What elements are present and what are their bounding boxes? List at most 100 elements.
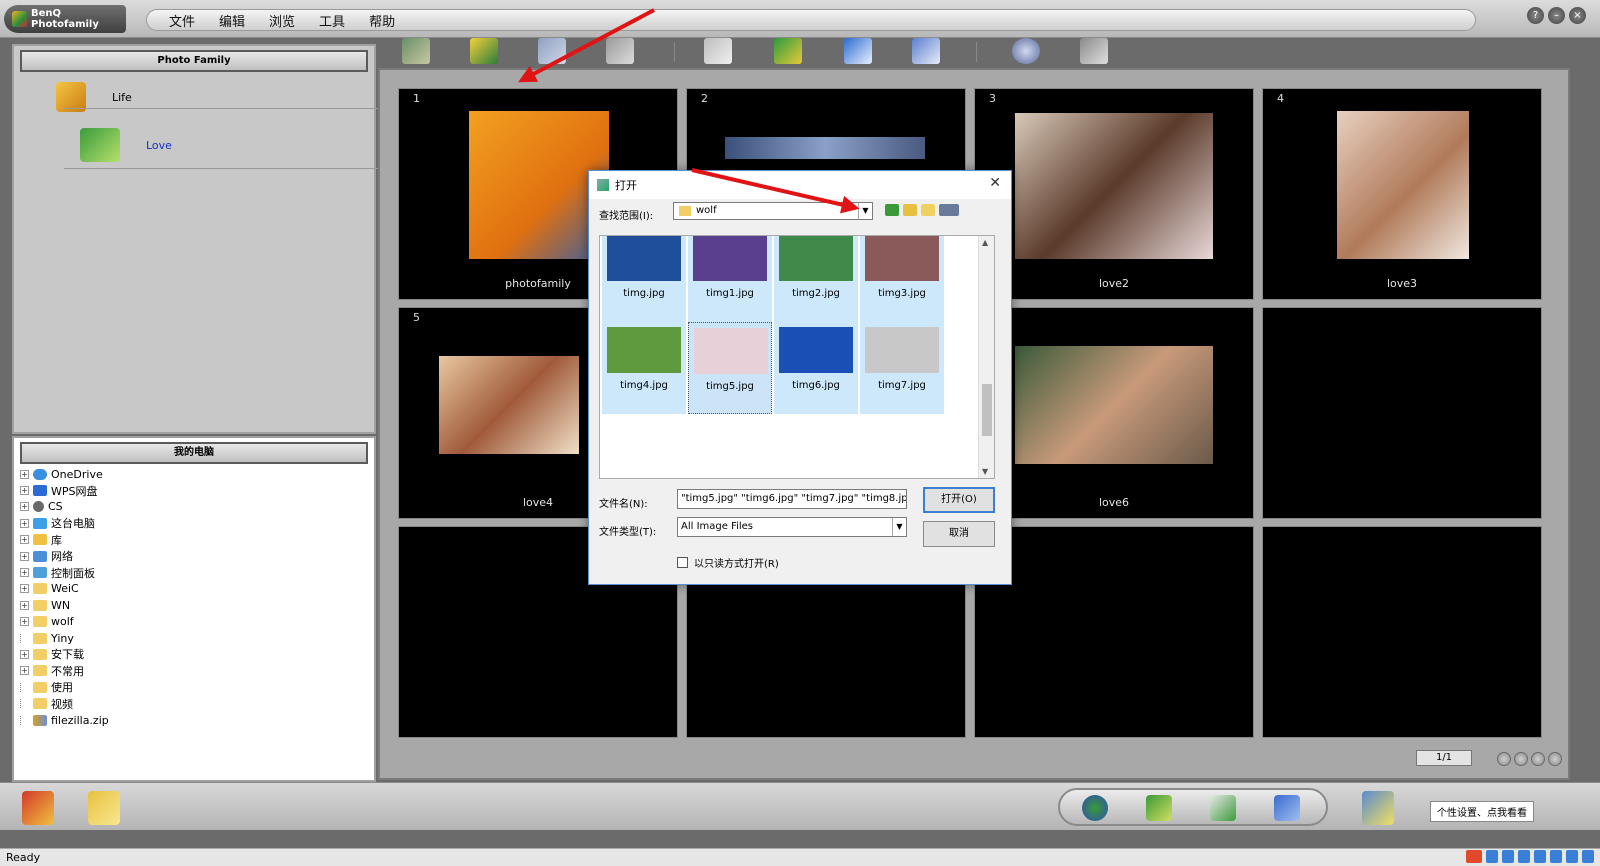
expand-icon[interactable]: + — [20, 649, 29, 659]
file-item[interactable]: timg6.jpg — [774, 322, 858, 414]
file-item[interactable]: timg2.jpg — [774, 236, 858, 322]
tree-item[interactable]: + wolf — [20, 614, 109, 630]
open-button[interactable]: 打开(O) — [923, 487, 995, 513]
expand-icon[interactable]: + — [20, 518, 29, 528]
scroll-down-icon[interactable]: ▼ — [982, 467, 988, 476]
tree-item[interactable]: + 这台电脑 — [20, 515, 109, 531]
file-item[interactable]: timg3.jpg — [860, 236, 944, 322]
dialog-close-icon[interactable]: ✕ — [989, 175, 1001, 191]
back-arrow-icon[interactable] — [885, 204, 899, 216]
photo-thumbnail[interactable] — [1337, 111, 1469, 259]
close-button[interactable]: × — [1569, 7, 1586, 24]
file-item[interactable]: timg.jpg — [602, 236, 686, 322]
expand-icon[interactable]: + — [20, 535, 29, 545]
open-folder-icon[interactable] — [470, 38, 498, 64]
file-item[interactable]: timg4.jpg — [602, 322, 686, 414]
file-item[interactable]: timg1.jpg — [688, 236, 772, 322]
file-item[interactable]: timg5.jpg — [688, 322, 772, 414]
expand-icon[interactable]: + — [20, 584, 29, 594]
print-icon[interactable] — [704, 38, 732, 64]
filename-field[interactable]: "timg5.jpg" "timg6.jpg" "timg7.jpg" "tim… — [677, 489, 907, 509]
scroll-up-icon[interactable]: ▲ — [982, 238, 988, 247]
fax-icon[interactable] — [1274, 795, 1300, 821]
checkbox-box[interactable] — [677, 557, 688, 568]
expand-icon[interactable]: + — [20, 486, 29, 496]
prev-page-button[interactable] — [1514, 752, 1528, 766]
filetype-select[interactable]: All Image Files ▼ — [677, 517, 907, 537]
up-folder-icon[interactable] — [903, 204, 917, 216]
readonly-checkbox[interactable]: 以只读方式打开(R) — [677, 555, 779, 570]
photo-thumbnail[interactable] — [725, 137, 925, 159]
settings-palette-icon[interactable] — [1362, 791, 1394, 825]
photo-cell[interactable] — [1262, 526, 1542, 738]
photo-edit-icon[interactable] — [774, 38, 802, 64]
tray-icon[interactable] — [1582, 850, 1594, 863]
tree-item[interactable]: filezilla.zip — [20, 712, 109, 728]
expand-icon[interactable]: + — [20, 502, 29, 512]
file-item[interactable]: timg7.jpg — [860, 322, 944, 414]
web-globe-icon[interactable] — [1082, 795, 1108, 821]
album-icon[interactable] — [402, 38, 430, 64]
trash-can-icon[interactable] — [88, 791, 120, 825]
menu-edit[interactable]: 编辑 — [219, 11, 245, 30]
photo-cell[interactable]: 4 love3 — [1262, 88, 1542, 300]
photo-thumbnail[interactable] — [1015, 113, 1213, 259]
view-menu-icon[interactable] — [939, 204, 959, 216]
tray-icon[interactable] — [1518, 850, 1530, 863]
expand-icon[interactable]: + — [20, 551, 29, 561]
tree-item[interactable]: + WN — [20, 597, 109, 613]
album-item-love[interactable]: Love — [80, 128, 172, 162]
mobile-phone-icon[interactable] — [1146, 795, 1172, 821]
tree-item[interactable]: + 不常用 — [20, 663, 109, 679]
tree-item[interactable]: + 安下载 — [20, 646, 109, 662]
help-button[interactable]: ? — [1527, 7, 1544, 24]
photo-thumbnail[interactable] — [439, 356, 579, 454]
expand-icon[interactable]: + — [20, 568, 29, 578]
layout-grid-icon[interactable] — [1080, 38, 1108, 64]
recycle-bin-icon[interactable] — [22, 791, 54, 825]
tree-item[interactable]: + 控制面板 — [20, 564, 109, 580]
expand-icon[interactable]: + — [20, 617, 29, 627]
next-page-button[interactable] — [1531, 752, 1545, 766]
photo-thumbnail[interactable] — [1015, 346, 1213, 464]
tray-icon[interactable] — [1534, 850, 1546, 863]
search-disc-icon[interactable] — [1012, 38, 1040, 64]
ime-icon[interactable] — [1466, 850, 1482, 863]
email-photo-icon[interactable] — [1210, 795, 1236, 821]
tree-item[interactable]: + WeiC — [20, 581, 109, 597]
menu-browse[interactable]: 浏览 — [269, 11, 295, 30]
tree-item[interactable]: 视频 — [20, 695, 109, 711]
view-eye-icon[interactable] — [844, 38, 872, 64]
menu-tools[interactable]: 工具 — [319, 11, 345, 30]
tray-icon[interactable] — [1566, 850, 1578, 863]
expand-icon[interactable]: + — [20, 469, 29, 479]
file-list-scrollbar[interactable]: ▲ ▼ — [978, 236, 994, 478]
photo-cell[interactable] — [974, 526, 1254, 738]
menu-file[interactable]: 文件 — [169, 11, 195, 30]
last-page-button[interactable] — [1548, 752, 1562, 766]
minimize-button[interactable]: – — [1548, 7, 1565, 24]
cancel-button[interactable]: 取消 — [923, 521, 995, 547]
new-folder-icon[interactable] — [921, 204, 935, 216]
menu-help[interactable]: 帮助 — [369, 11, 395, 30]
tree-item[interactable]: + 库 — [20, 532, 109, 548]
chevron-down-icon[interactable]: ▼ — [892, 518, 906, 536]
tray-icon[interactable] — [1486, 850, 1498, 863]
film-icon[interactable] — [606, 38, 634, 64]
tree-item[interactable]: + OneDrive — [20, 466, 109, 482]
tree-item[interactable]: 使用 — [20, 679, 109, 695]
expand-icon[interactable]: + — [20, 600, 29, 610]
tray-icon[interactable] — [1502, 850, 1514, 863]
tree-item[interactable]: + 网络 — [20, 548, 109, 564]
document-icon[interactable] — [912, 38, 940, 64]
photo-cell[interactable]: love6 — [974, 307, 1254, 519]
tree-item[interactable]: + CS — [20, 499, 109, 515]
tree-item[interactable]: + WPS网盘 — [20, 482, 109, 498]
photo-cell[interactable]: 3 love2 — [974, 88, 1254, 300]
tree-item[interactable]: Yiny — [20, 630, 109, 646]
tray-icon[interactable] — [1550, 850, 1562, 863]
first-page-button[interactable] — [1497, 752, 1511, 766]
expand-icon[interactable]: + — [20, 666, 29, 676]
scroll-thumb[interactable] — [982, 384, 992, 436]
photo-cell[interactable] — [1262, 307, 1542, 519]
